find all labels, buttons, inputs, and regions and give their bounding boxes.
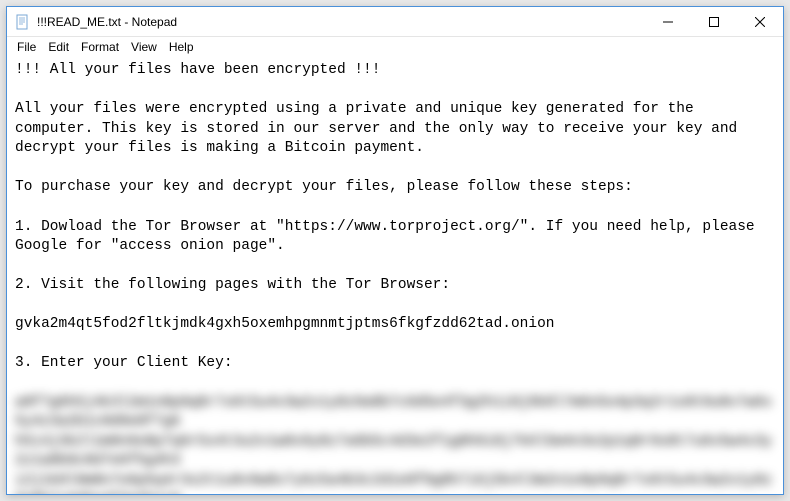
notepad-window: !!!READ_ME.txt - Notepad File Edit Forma…	[6, 6, 784, 495]
text-area[interactable]: !!! All your files have been encrypted !…	[7, 57, 783, 494]
menubar: File Edit Format View Help	[7, 37, 783, 57]
menu-view[interactable]: View	[125, 38, 163, 56]
notepad-icon	[15, 14, 31, 30]
text-line: !!! All your files have been encrypted !…	[15, 62, 380, 78]
blurred-line: i2j1k0l9m8n7o6p5q4r3s2t1u0v9w8x7y6z5a4b3…	[15, 473, 772, 494]
titlebar[interactable]: !!!READ_ME.txt - Notepad	[7, 7, 783, 37]
text-line: 2. Visit the following pages with the To…	[15, 277, 450, 293]
window-controls	[645, 7, 783, 36]
close-button[interactable]	[737, 7, 783, 36]
menu-help[interactable]: Help	[163, 38, 200, 56]
menu-file[interactable]: File	[11, 38, 42, 56]
blurred-line: a8f7g6h5j4k3l2m1n0p9q8r7s6t5u4v3w2x1y0z9…	[15, 395, 772, 431]
menu-format[interactable]: Format	[75, 38, 125, 56]
text-line: To purchase your key and decrypt your fi…	[15, 179, 633, 195]
text-line: gvka2m4qt5fod2fltkjmdk4gxh5oxemhpgmnmtjp…	[15, 316, 555, 332]
text-line: 1. Dowload the Tor Browser at "https://w…	[15, 219, 763, 255]
blurred-line: h5i4j3k2l1m0n9o8p7q6r5s4t3u2v1w0x9y8z7a6…	[15, 434, 772, 470]
text-line: 3. Enter your Client Key:	[15, 355, 233, 371]
text-line: All your files were encrypted using a pr…	[15, 101, 746, 156]
minimize-button[interactable]	[645, 7, 691, 36]
blurred-key-text: a8f7g6h5j4k3l2m1n0p9q8r7s6t5u4v3w2x1y0z9…	[15, 395, 772, 494]
window-title: !!!READ_ME.txt - Notepad	[37, 15, 645, 29]
maximize-button[interactable]	[691, 7, 737, 36]
menu-edit[interactable]: Edit	[42, 38, 75, 56]
